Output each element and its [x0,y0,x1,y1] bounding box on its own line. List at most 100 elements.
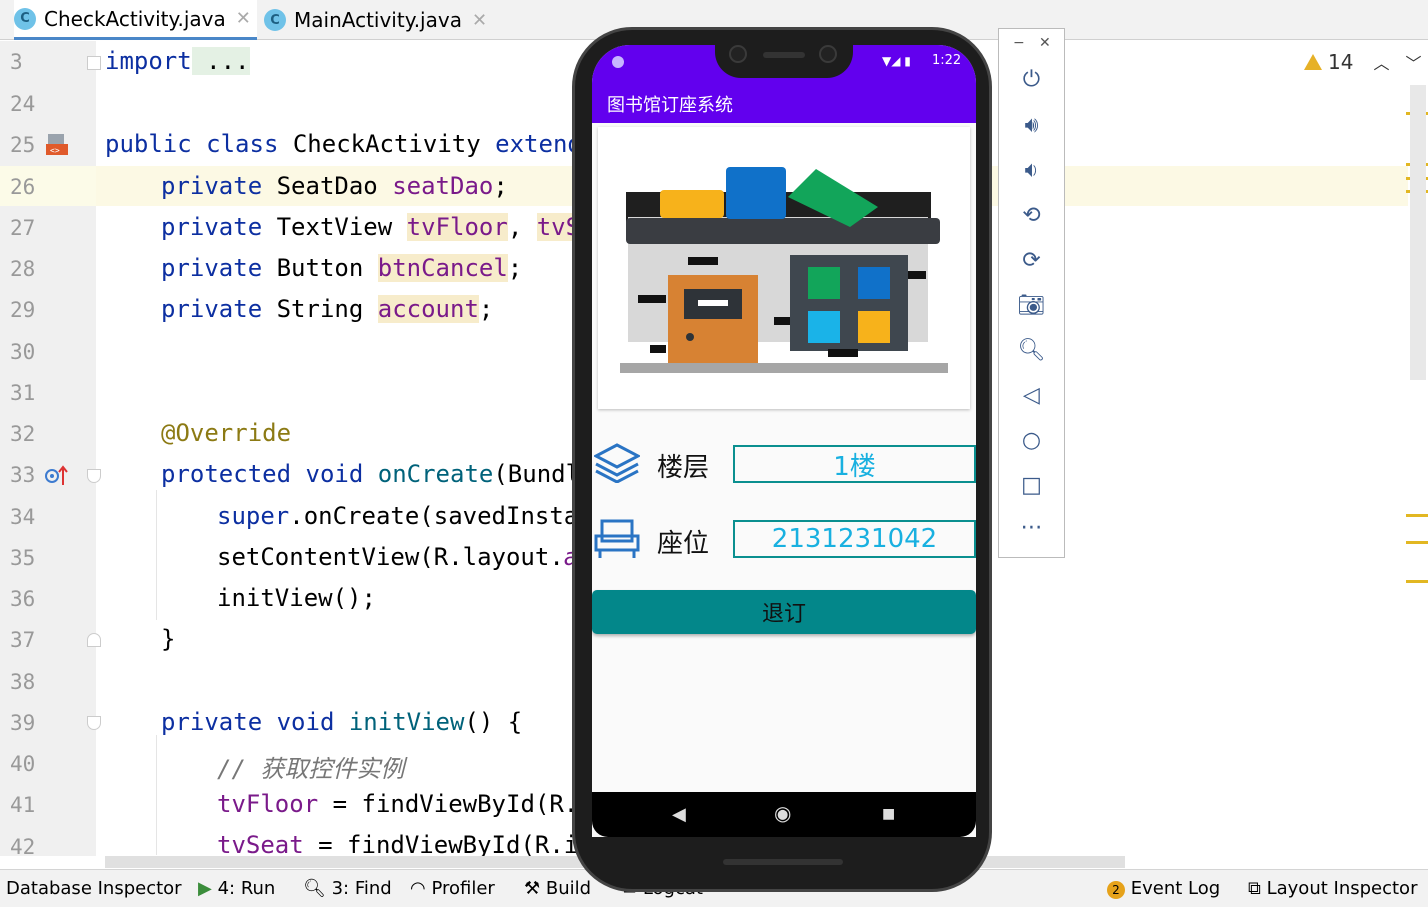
close-icon[interactable]: ✕ [1039,35,1051,51]
warning-marker[interactable] [1406,541,1428,544]
overview-icon[interactable]: □ [999,473,1064,498]
code-line-27[interactable]: private TextView tvFloor, tvSe [161,213,595,241]
library-illustration [598,127,970,409]
code-line-37[interactable]: } [161,625,175,653]
navigation-bar: ◀ ◉ ■ [592,792,976,837]
warning-icon [1304,54,1322,70]
back-icon[interactable]: ◁ [999,383,1064,408]
code-field: btnCancel [377,254,508,282]
line-number: 35 [10,546,36,570]
code-line-42[interactable]: tvSeat = findViewById(R.id [217,831,593,859]
status-time: 1:22 [932,53,962,68]
indent-guide [156,490,157,620]
power-icon[interactable]: ⏻ [999,67,1064,92]
fold-icon[interactable] [87,633,101,647]
code-line-40[interactable]: // 获取控件实例 [217,749,404,784]
tab-mainactivity[interactable]: C MainActivity.java ✕ [264,0,487,40]
run-icon: ▶ [198,878,212,899]
code-keyword: private [161,295,263,323]
camera-notch [715,30,853,78]
code-field: tvFloor [406,213,508,241]
line-number: 24 [10,92,36,116]
find-label: 3: Find [331,878,392,899]
line-number: 41 [10,793,36,817]
vertical-scrollbar[interactable] [1410,85,1426,380]
code-line-26[interactable]: private SeatDao seatDao; [161,172,508,200]
code-field: tvFloor [217,790,319,818]
layout-inspector-label: Layout Inspector [1266,878,1418,899]
volume-down-icon[interactable]: 🔉︎ [999,158,1064,183]
code-text: TextView [262,213,407,241]
event-log-button[interactable]: 2 Event Log [1107,878,1220,899]
cancel-reservation-button[interactable]: 退订 [592,590,976,634]
fold-icon[interactable] [87,469,101,483]
line-number: 26 [10,175,36,199]
emulator-toolbar: − ✕ ⏻ 🔊︎ 🔉︎ ⟲ ⟳ 📷︎ 🔍︎ ◁ ○ □ ⋯ [998,28,1065,558]
code-line-25[interactable]: public class CheckActivity extends [105,130,596,158]
code-text: ; [507,254,523,282]
home-icon[interactable]: ○ [999,428,1064,453]
warning-marker[interactable] [1406,514,1428,517]
build-label: Build [545,878,592,899]
code-keyword: private void [161,708,335,736]
code-keyword: public class [105,130,279,158]
zoom-icon[interactable]: 🔍︎ [999,338,1064,363]
code-line-3[interactable]: import ... [105,47,250,75]
rotate-right-icon[interactable]: ⟳ [999,248,1064,273]
run-label: 4: Run [217,878,276,899]
code-line-33[interactable]: protected void onCreate(Bundle [161,460,595,488]
line-number: 30 [10,340,36,364]
close-icon[interactable]: ✕ [236,8,251,29]
warning-marker[interactable] [1406,580,1428,583]
code-keyword: super [217,502,290,530]
warning-count: 14 [1328,50,1354,74]
database-inspector-button[interactable]: Database Inspector [6,878,182,899]
code-line-41[interactable]: tvFloor = findViewById(R.i [217,790,593,818]
fold-icon[interactable] [87,56,101,70]
code-line-28[interactable]: private Button btnCancel; [161,254,522,282]
front-camera-icon [819,45,837,63]
code-line-32[interactable]: @Override [161,419,291,447]
fold-icon[interactable] [87,716,101,730]
code-text: () { [464,708,523,736]
code-line-39[interactable]: private void initView() { [161,708,522,736]
code-text: setContentView(R.layout. [217,543,564,571]
layout-file-icon[interactable]: <> [46,132,68,156]
rotate-left-icon[interactable]: ⟲ [999,203,1064,228]
code-line-35[interactable]: setContentView(R.layout.ac [217,543,593,571]
tab-checkactivity[interactable]: C CheckActivity.java ✕ [14,0,257,40]
recents-icon[interactable]: ■ [882,806,895,822]
line-number: 25 [10,133,36,157]
back-icon[interactable]: ◀ [672,804,686,825]
code-keyword: private [161,254,263,282]
line-number: 39 [10,711,36,735]
home-icon[interactable]: ◉ [774,801,791,825]
find-button[interactable]: 🔍︎ 3: Find [303,878,392,899]
line-number: 36 [10,587,36,611]
code-line-36[interactable]: initView(); [217,584,376,612]
line-number: 37 [10,628,36,652]
layout-inspector-button[interactable]: ⧉ Layout Inspector [1248,878,1417,899]
profiler-button[interactable]: ◠ Profiler [410,878,495,899]
chevron-up-icon[interactable]: ︿ [1373,50,1389,74]
more-icon[interactable]: ⋯ [999,515,1064,540]
inspection-widget[interactable]: 14 ︿ ﹀ [1304,50,1421,74]
minimize-icon[interactable]: − [1013,35,1025,51]
profiler-label: Profiler [431,878,495,899]
emulator-screen: ▼◢ ▮ 1:22 图书馆订座系统 楼层 1楼 座位 2131231042 退订 [592,45,976,837]
folded-imports[interactable]: ... [191,47,250,75]
override-icon[interactable] [44,465,70,487]
line-number: 33 [10,463,36,487]
camera-icon[interactable]: 📷︎ [999,293,1064,318]
volume-up-icon[interactable]: 🔊︎ [999,113,1064,138]
close-icon[interactable]: ✕ [472,10,487,31]
build-button[interactable]: ⚒ Build [524,878,591,899]
code-line-29[interactable]: private String account; [161,295,493,323]
chevron-down-icon[interactable]: ﹀ [1405,50,1421,74]
notification-icon [612,56,624,68]
code-text: = findViewById(R.id [303,831,593,859]
code-line-34[interactable]: super.onCreate(savedInstan [217,502,593,530]
run-button[interactable]: ▶ 4: Run [198,878,275,899]
code-keyword: private [161,213,263,241]
line-number: 32 [10,422,36,446]
